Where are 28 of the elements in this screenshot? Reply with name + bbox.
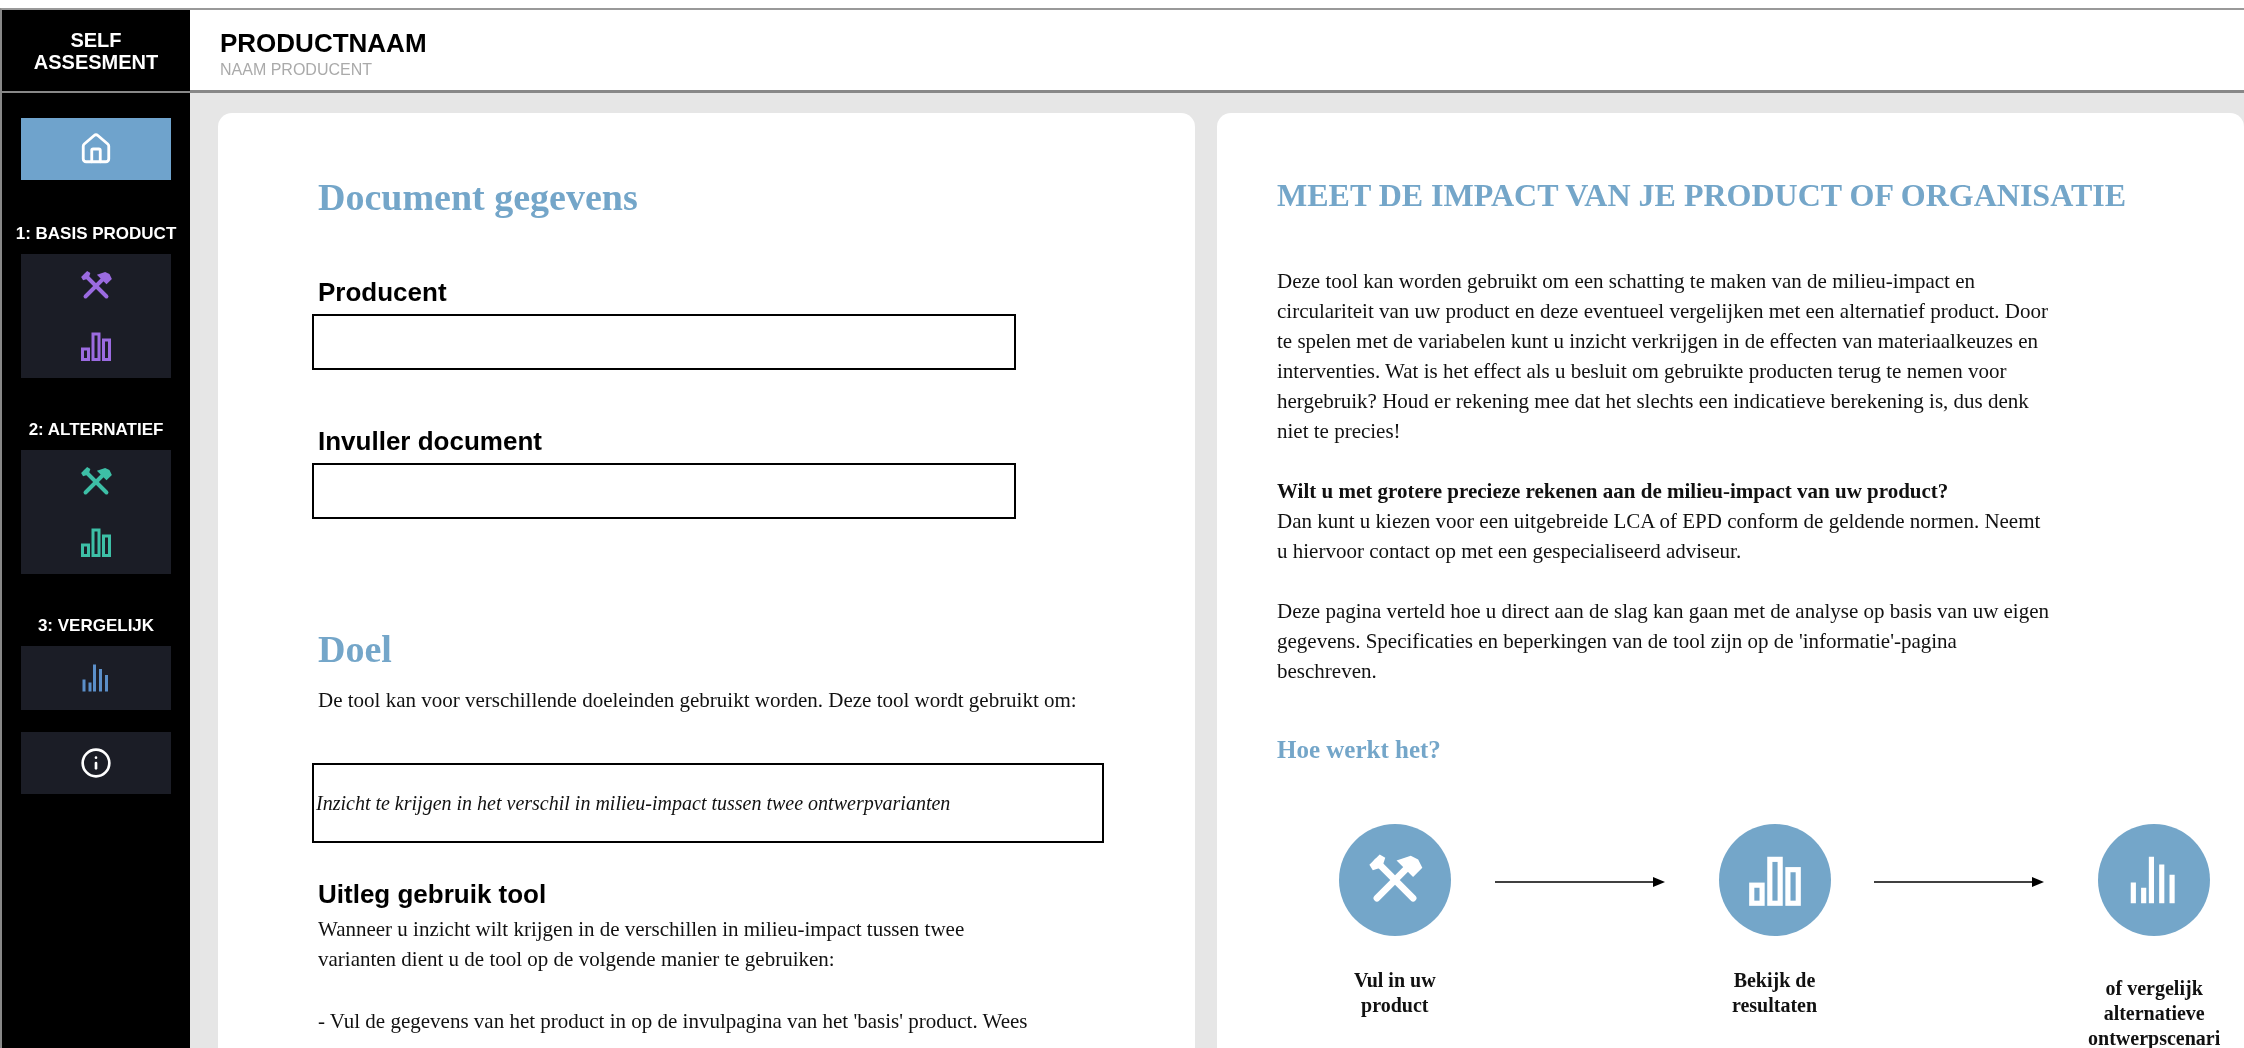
section-heading: Doel: [318, 627, 393, 671]
section-label: 1: BASIS PRODUCT: [15, 224, 177, 244]
step-label: Bekijk de resultaten: [1730, 968, 1819, 1018]
paragraph: Deze tool kan worden gebruikt om een schatting te maken van de milieu-impact en circulariteit van uw product en deze eventueel vergelijken met een alternatief product. Door te spelen met de variabelen kunt u inzicht verkrijgen in de effecten van materiaalkeuzes en interventies. Wat is het effect als u besluit om gebruikte producten terug te nemen voor hergebruik? Houd er rekening mee dat het slechts een indicatieve berekening is, dus denk niet te precies!: [1277, 268, 2050, 445]
input-field[interactable]: [312, 314, 1016, 370]
info-button[interactable]: [21, 732, 171, 794]
field-label: Invuller document: [318, 426, 543, 457]
producer-subtitle: NAAM PRODUCENT: [220, 61, 373, 79]
paragraph: Dan kunt u kiezen voor een uitgebreide LCA of EPD conform de geldende normen. Neemt u hiervoor contact op met een gespecialiseerd adviseur.: [1277, 508, 2042, 565]
paragraph: De tool kan voor verschillende doeleinden gebruikt worden. Deze tool wordt gebruikt om:: [318, 687, 1078, 714]
input-field[interactable]: [312, 463, 1016, 519]
paragraph: Wanneer u inzicht wilt krijgen in de verschillen in milieu-impact tussen twee varianten dient u de tool op de volgende manier te gebruiken:: [318, 916, 966, 973]
section-heading: Uitleg gebruik tool: [318, 879, 548, 910]
home-button[interactable]: [21, 118, 171, 180]
section-heading: Hoe werkt het?: [1277, 736, 1442, 764]
section-label: 3: VERGELIJK: [37, 616, 155, 636]
paragraph: - Vul de gegevens van het product in op de invulpagina van het 'basis' product. Wees: [318, 1008, 1029, 1035]
section-heading: Document gegevens: [318, 175, 639, 219]
product-title: PRODUCTNAAM: [220, 28, 428, 59]
paragraph: Deze pagina verteld hoe u direct aan de slag kan gaan met de analyse op basis van uw eigen gegevens. Specificaties en beperkingen van de tool zijn op de 'informatie'-pagina beschreven.: [1277, 598, 2051, 685]
info-icon: [80, 747, 112, 779]
paragraph: Wilt u met grotere precieze rekenen aan de milieu-impact van uw product?: [1277, 478, 1950, 505]
step-label: Vul in uw product: [1353, 968, 1437, 1018]
section-heading: MEET DE IMPACT VAN JE PRODUCT OF ORGANISATIE: [1277, 177, 2127, 214]
goal-field[interactable]: Inzicht te krijgen in het verschil in milieu-impact tussen twee ontwerpvarianten: [312, 763, 1104, 843]
section-label: 2: ALTERNATIEF: [28, 420, 164, 440]
home-icon: [79, 132, 113, 166]
field-label: Producent: [318, 277, 448, 308]
